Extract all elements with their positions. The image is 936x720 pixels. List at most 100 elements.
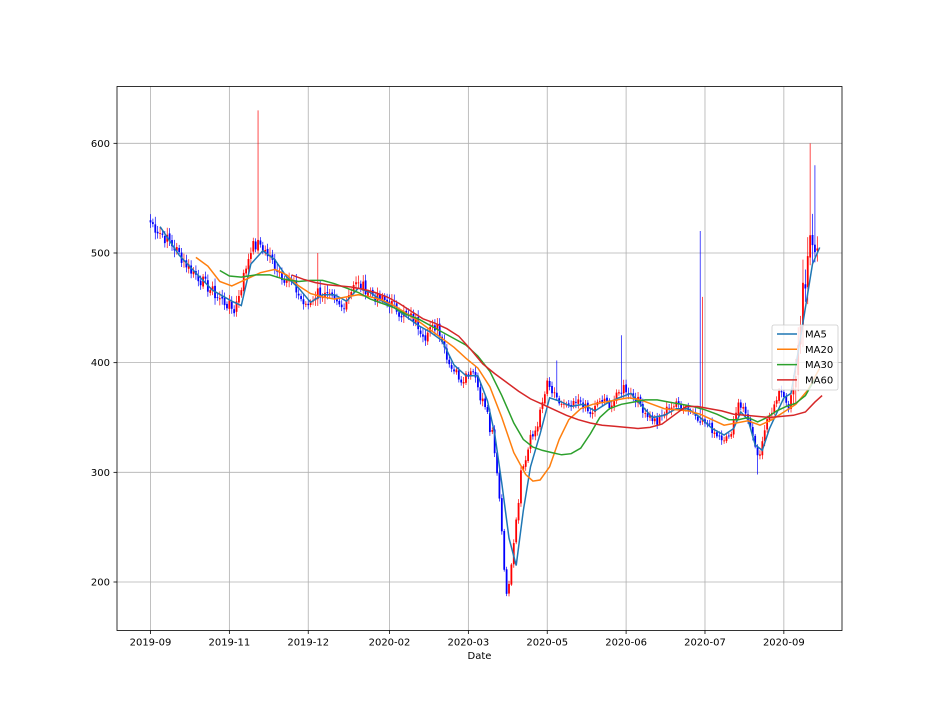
- candle-body: [575, 401, 577, 403]
- candle-body: [398, 312, 400, 317]
- candle-body: [727, 435, 730, 437]
- candle-body: [536, 426, 539, 432]
- candle-body: [450, 365, 453, 369]
- candle-body: [410, 313, 412, 316]
- candle-body: [307, 303, 310, 306]
- candle-body: [766, 419, 769, 430]
- candle-body: [326, 292, 329, 294]
- candle-body: [245, 268, 247, 274]
- candle-body: [553, 392, 556, 394]
- candle-body: [257, 239, 259, 251]
- candle-body: [233, 309, 236, 314]
- candle-body: [424, 335, 427, 341]
- y-tick-label: 500: [91, 248, 110, 259]
- candle-body: [218, 298, 221, 300]
- y-tick-label: 400: [91, 358, 110, 369]
- legend-label: MA20: [805, 345, 833, 356]
- candle-body: [252, 241, 255, 252]
- candle-body: [484, 398, 486, 407]
- candle-body: [500, 498, 503, 532]
- candle-body: [300, 296, 302, 300]
- candle-body: [620, 392, 623, 394]
- candle-body: [723, 440, 725, 442]
- candle-body: [259, 240, 262, 245]
- candle-body: [589, 411, 592, 414]
- x-tick-label: 2020-05: [526, 638, 568, 649]
- candle-body: [505, 569, 508, 594]
- candle-body: [199, 280, 202, 286]
- candle-body: [479, 387, 482, 401]
- candle-body: [304, 303, 307, 305]
- candle-body: [759, 454, 761, 456]
- candle-body: [591, 412, 594, 415]
- candle-body: [778, 391, 780, 401]
- candle-body: [156, 231, 159, 234]
- candle-body: [249, 253, 252, 259]
- candle-body: [240, 290, 243, 296]
- x-tick-label: 2020-07: [684, 638, 726, 649]
- candle-body: [457, 370, 460, 380]
- candle-body: [529, 434, 532, 449]
- legend-label: MA5: [805, 330, 827, 341]
- candle-body: [730, 434, 733, 437]
- candle-body: [242, 272, 245, 291]
- candle-body: [163, 236, 166, 244]
- candle-body: [498, 472, 501, 499]
- candle-body: [400, 315, 403, 318]
- candle-body: [744, 406, 747, 414]
- candle-body: [527, 449, 530, 462]
- candle-body: [814, 244, 816, 253]
- candle-body: [209, 290, 212, 293]
- candle-body: [510, 564, 513, 585]
- y-tick-label: 600: [91, 139, 110, 150]
- candle-body: [481, 398, 484, 402]
- candle-body: [340, 304, 343, 308]
- y-tick-label: 300: [91, 468, 110, 479]
- candle-body: [539, 409, 541, 428]
- candle-body: [364, 280, 367, 295]
- candle-body: [739, 402, 742, 408]
- candle-body: [230, 301, 233, 309]
- candle-body: [254, 241, 257, 250]
- candle-body: [524, 460, 527, 467]
- x-tick-label: 2019-12: [287, 638, 329, 649]
- legend: MA5 MA20 MA30 MA60: [771, 324, 839, 391]
- x-axis-ticks: 2019-09 2019-11 2019-12 2020-02 2020-03 2020-…: [130, 630, 805, 649]
- candle-body: [223, 297, 226, 306]
- candle-body: [804, 284, 807, 289]
- candle-body: [625, 384, 628, 393]
- x-tick-label: 2020-02: [369, 638, 411, 649]
- candle-body: [508, 583, 510, 594]
- candle-body: [718, 435, 721, 437]
- legend-label: MA60: [805, 375, 833, 386]
- candle-body: [338, 300, 341, 305]
- candle-body: [656, 417, 659, 425]
- candle-body: [572, 400, 575, 406]
- candle-body: [546, 380, 549, 394]
- candle-body: [161, 233, 164, 235]
- candle-body: [658, 415, 661, 424]
- y-axis-ticks: 200 300 400 500 600: [91, 139, 117, 589]
- candle-body: [151, 222, 154, 224]
- candle-body: [419, 330, 422, 334]
- candle-body: [543, 394, 546, 404]
- candle-body: [486, 407, 489, 412]
- candle-body: [560, 404, 563, 405]
- candle-body: [491, 430, 494, 432]
- candle-body: [622, 385, 625, 394]
- candle-body: [653, 418, 656, 422]
- candle-body: [809, 235, 812, 258]
- candle-body: [426, 332, 429, 342]
- candle-body: [355, 282, 357, 285]
- candle-body: [737, 402, 740, 414]
- candle-body: [534, 430, 537, 437]
- candle-body: [780, 391, 783, 393]
- candle-body: [577, 399, 580, 404]
- candle-body: [603, 398, 606, 402]
- candle-body: [775, 400, 778, 404]
- x-axis-label: Date: [468, 651, 492, 662]
- candle-body: [154, 224, 157, 233]
- candle-body: [532, 434, 534, 437]
- candle-body: [238, 295, 240, 303]
- candle-body: [806, 256, 809, 288]
